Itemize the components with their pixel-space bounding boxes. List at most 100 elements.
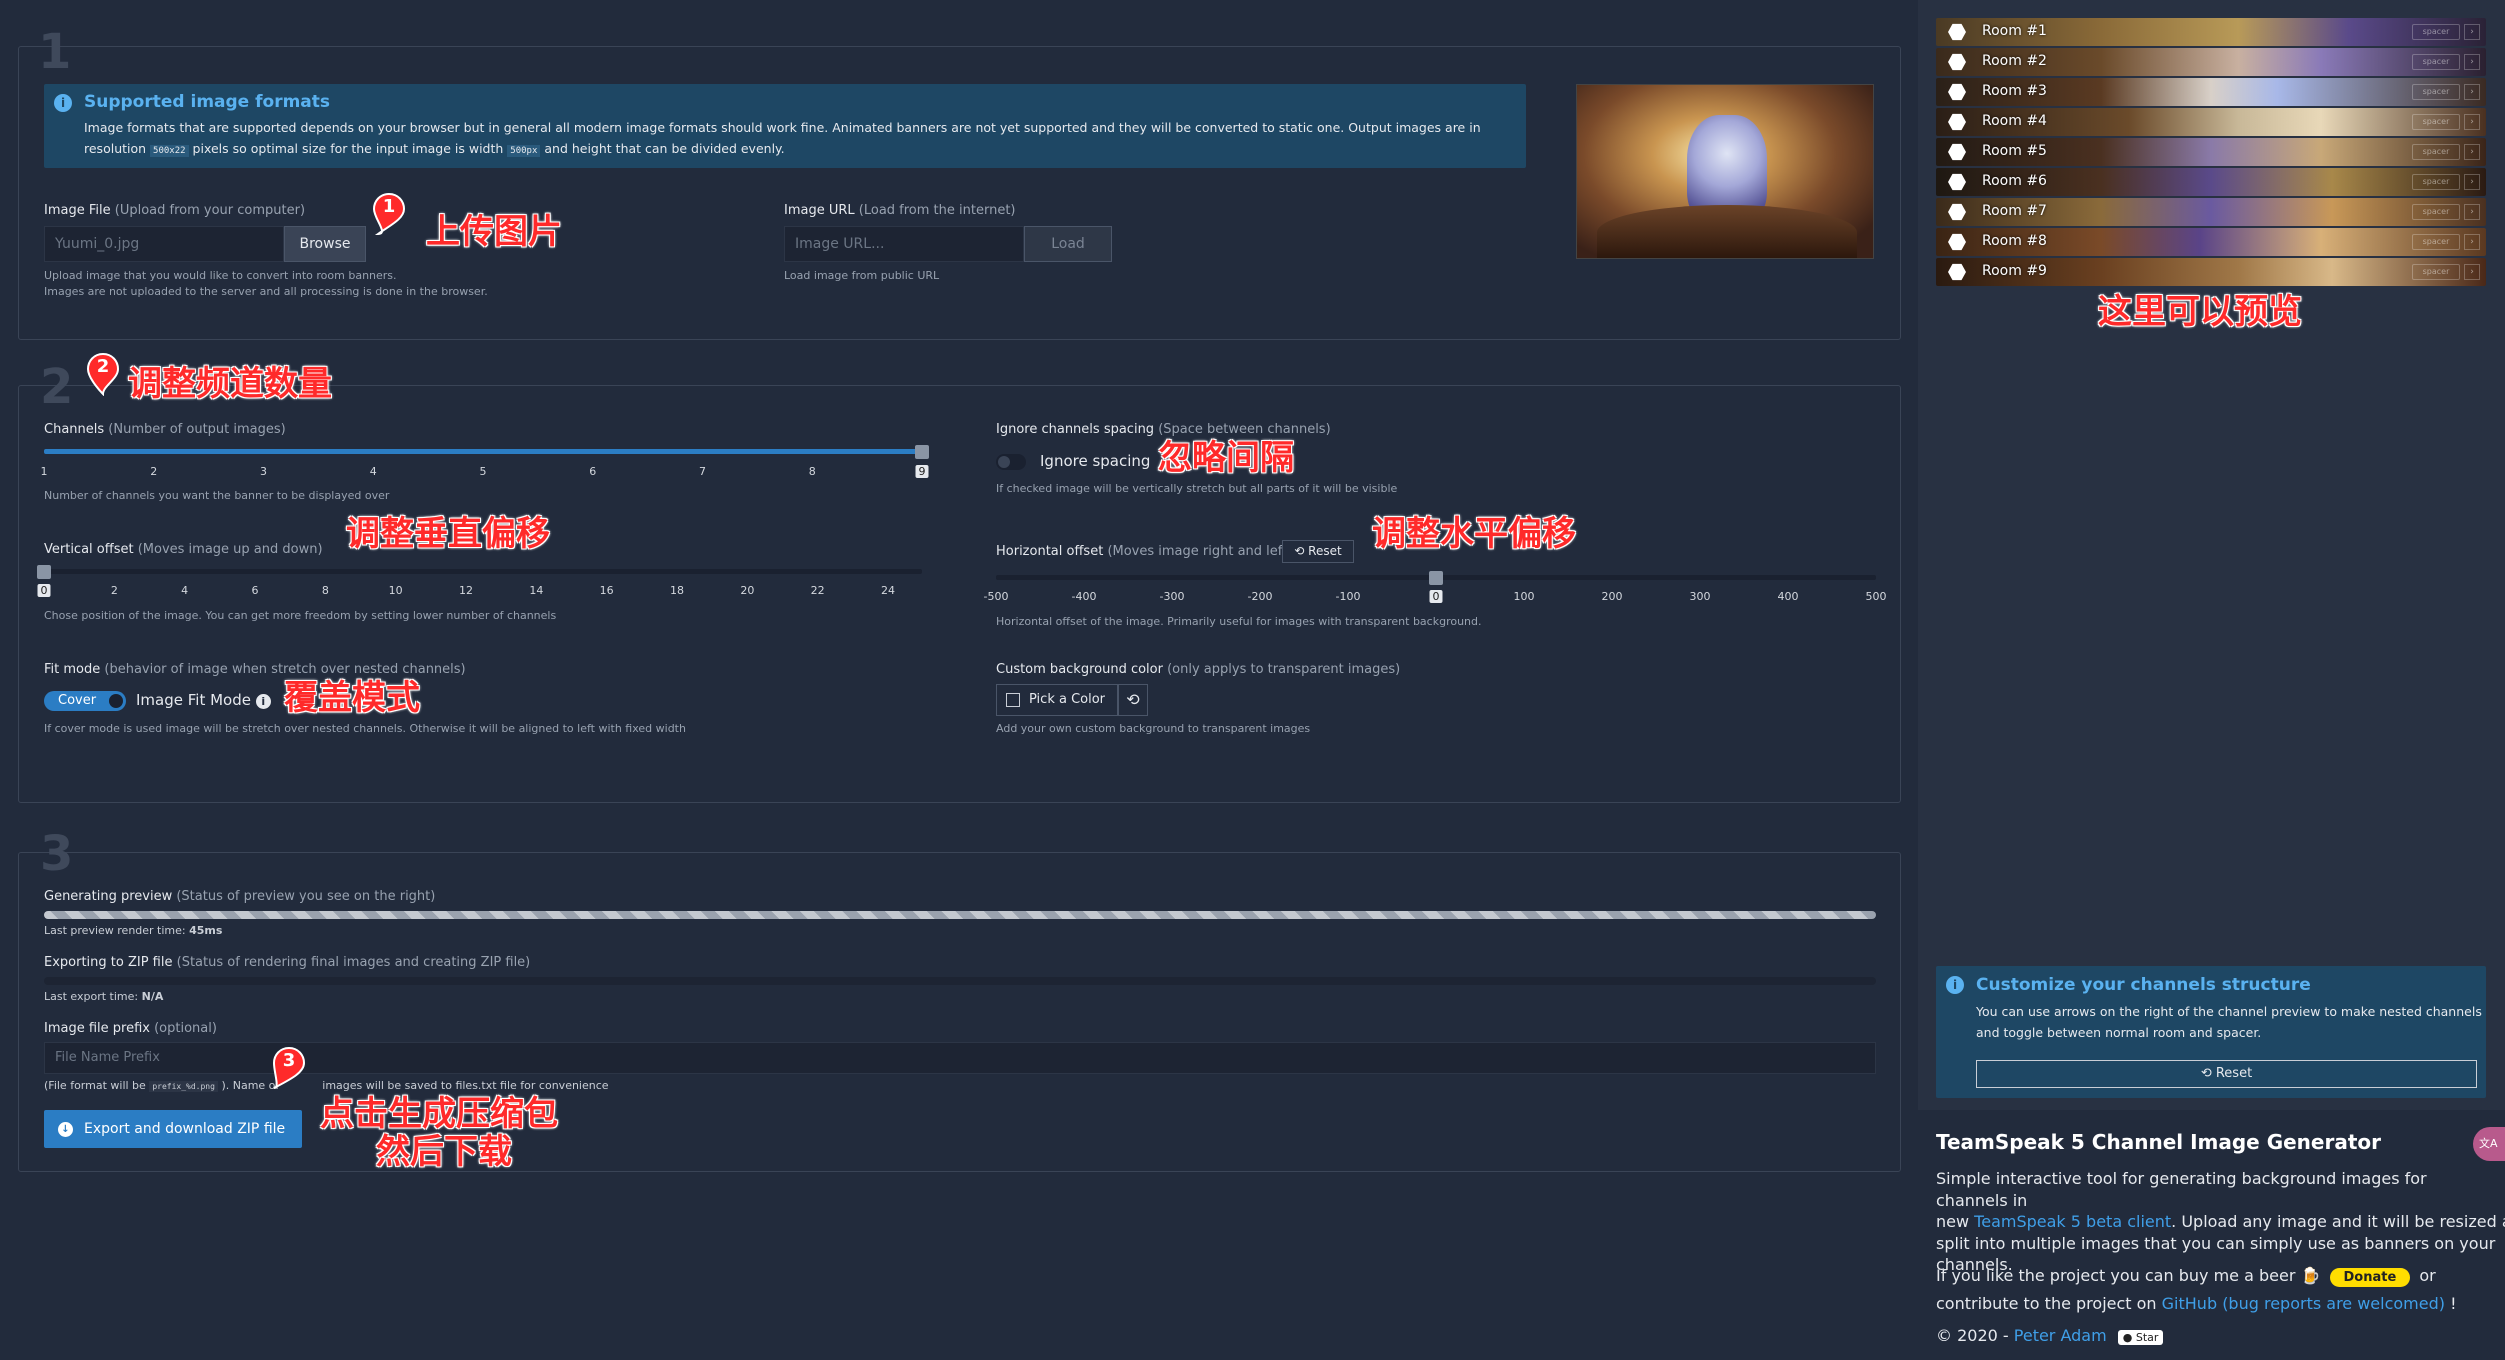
horizontal-offset-tick: -500 xyxy=(983,590,1009,603)
export-progress-bar xyxy=(44,977,1876,985)
room-preview-item[interactable]: Room #7 spacer › xyxy=(1936,198,2486,226)
horizontal-offset-tick: 300 xyxy=(1689,590,1711,603)
copyright-line: © 2020 - Peter Adam ● Star xyxy=(1936,1326,2164,1345)
reset-label: Reset xyxy=(2215,1066,2253,1081)
github-star-button[interactable]: ● Star xyxy=(2117,1330,2164,1345)
marker-number: 2 xyxy=(96,356,110,377)
author-link[interactable]: Peter Adam xyxy=(2014,1326,2107,1345)
image-file-input[interactable]: Yuumi_0.jpg xyxy=(44,226,284,262)
label-text: Exporting to ZIP file xyxy=(44,955,173,970)
desc-line: Simple interactive tool for generating b… xyxy=(1936,1169,2427,1210)
spacer-toggle-button[interactable]: spacer xyxy=(2412,174,2460,190)
vertical-offset-tick: 18 xyxy=(670,584,684,597)
room-preview-item[interactable]: Room #8 spacer › xyxy=(1936,228,2486,256)
annotation-channels: 调整频道数量 xyxy=(128,364,332,404)
label-sub: (Moves image right and left) xyxy=(1107,544,1293,559)
teamspeak-link[interactable]: TeamSpeak 5 beta client xyxy=(1974,1212,2171,1231)
contribute-line: contribute to the project on GitHub (bug… xyxy=(1936,1294,2457,1313)
nest-arrow-icon[interactable]: › xyxy=(2464,264,2480,280)
contribute-text: contribute to the project on xyxy=(1936,1294,2157,1313)
channels-tick: 9 xyxy=(915,465,929,478)
image-url-help: Load image from public URL xyxy=(784,269,940,282)
section-number-3: 3 xyxy=(40,826,74,882)
browse-button[interactable]: Browse xyxy=(284,226,366,262)
nest-arrow-icon[interactable]: › xyxy=(2464,84,2480,100)
ignore-spacing-toggle[interactable] xyxy=(996,454,1026,470)
channels-slider-handle[interactable] xyxy=(915,445,929,459)
spacer-toggle-button[interactable]: spacer xyxy=(2412,144,2460,160)
file-prefix-input[interactable]: File Name Prefix xyxy=(44,1042,1876,1074)
room-preview-item[interactable]: Room #9 spacer › xyxy=(1936,258,2486,286)
channels-tick: 7 xyxy=(699,465,706,478)
vertical-offset-tick: 6 xyxy=(251,584,259,597)
vertical-offset-tick: 14 xyxy=(529,584,544,597)
spacer-toggle-button[interactable]: spacer xyxy=(2412,204,2460,220)
spacer-toggle-button[interactable]: spacer xyxy=(2412,264,2460,280)
vertical-offset-tick: 22 xyxy=(810,584,825,597)
bg-color-reset-button[interactable]: ⟲ xyxy=(1118,684,1148,716)
info-icon: i xyxy=(1946,976,1964,994)
nest-arrow-icon[interactable]: › xyxy=(2464,174,2480,190)
room-preview-item[interactable]: Room #2 spacer › xyxy=(1936,48,2486,76)
horizontal-offset-slider-handle[interactable] xyxy=(1429,571,1443,585)
horizontal-offset-tick: 100 xyxy=(1513,590,1535,603)
spacer-toggle-button[interactable]: spacer xyxy=(2412,54,2460,70)
room-preview-item[interactable]: Room #1 spacer › xyxy=(1936,18,2486,46)
export-zip-button[interactable]: ↓ Export and download ZIP file xyxy=(44,1110,302,1148)
fit-mode-help: If cover mode is used image will be stre… xyxy=(44,722,686,735)
vertical-offset-slider-track[interactable] xyxy=(44,569,922,574)
label-text: Custom background color xyxy=(996,662,1163,677)
room-preview-item[interactable]: Room #5 spacer › xyxy=(1936,138,2486,166)
horizontal-offset-help: Horizontal offset of the image. Primaril… xyxy=(996,615,1482,628)
label-sub: (Upload from your computer) xyxy=(114,203,306,218)
info-circle-icon[interactable]: i xyxy=(255,694,271,709)
channels-help: Number of channels you want the banner t… xyxy=(44,489,390,502)
horizontal-offset-reset-button[interactable]: ⟲ Reset xyxy=(1282,540,1354,563)
spacer-toggle-button[interactable]: spacer xyxy=(2412,234,2460,250)
spacer-toggle-button[interactable]: spacer xyxy=(2412,114,2460,130)
load-button[interactable]: Load xyxy=(1024,226,1112,262)
prefix-help: (File format will be prefix_%d.png ). Na… xyxy=(44,1078,609,1095)
vertical-offset-tick: 0 xyxy=(37,584,51,597)
horizontal-offset-tick: 500 xyxy=(1865,590,1887,603)
beer-line: If you like the project you can buy me a… xyxy=(1936,1266,2436,1287)
horizontal-offset-tick: 200 xyxy=(1601,590,1623,603)
customize-reset-button[interactable]: ⟲ Reset xyxy=(1976,1060,2477,1088)
nest-arrow-icon[interactable]: › xyxy=(2464,24,2480,40)
label-sub: (optional) xyxy=(154,1021,217,1036)
github-icon: ● xyxy=(2122,1331,2133,1344)
export-time-label: Last export time: xyxy=(44,990,139,1003)
label-sub: (behavior of image when stretch over nes… xyxy=(104,662,466,677)
room-preview-item[interactable]: Room #4 spacer › xyxy=(1936,108,2486,136)
nest-arrow-icon[interactable]: › xyxy=(2464,204,2480,220)
image-url-input[interactable]: Image URL... xyxy=(784,226,1024,262)
spacer-toggle-button[interactable]: spacer xyxy=(2412,24,2460,40)
nest-arrow-icon[interactable]: › xyxy=(2464,234,2480,250)
toggle-knob xyxy=(109,694,123,708)
translate-button[interactable]: 文A xyxy=(2473,1127,2505,1161)
channels-slider-track[interactable] xyxy=(44,449,922,454)
nest-arrow-icon[interactable]: › xyxy=(2464,54,2480,70)
fit-mode-text: Image Fit Mode i xyxy=(136,691,271,709)
fit-mode-toggle[interactable]: Cover xyxy=(44,691,126,711)
label-text: Fit mode xyxy=(44,662,101,677)
pick-color-button[interactable]: Pick a Color xyxy=(996,684,1118,716)
reset-icon: ⟲ xyxy=(2200,1066,2212,1081)
ignore-spacing-toggle-label: Ignore spacing xyxy=(1040,452,1151,470)
nest-arrow-icon[interactable]: › xyxy=(2464,114,2480,130)
image-url-label: Image URL (Load from the internet) xyxy=(784,203,1016,218)
channels-tick: 2 xyxy=(150,465,158,478)
donate-button[interactable]: Donate xyxy=(2329,1268,2411,1287)
customize-text-2: and toggle between normal room and space… xyxy=(1976,1025,2262,1040)
contribute-end: ! xyxy=(2450,1294,2457,1313)
image-file-help-2: Images are not uploaded to the server an… xyxy=(44,285,488,298)
vertical-offset-slider-handle[interactable] xyxy=(37,565,51,579)
beer-text: If you like the project you can buy me a… xyxy=(1936,1266,2296,1285)
room-preview-item[interactable]: Room #6 spacer › xyxy=(1936,168,2486,196)
export-time-value: N/A xyxy=(141,990,164,1003)
label-text: Ignore channels spacing xyxy=(996,422,1155,437)
room-preview-item[interactable]: Room #3 spacer › xyxy=(1936,78,2486,106)
spacer-toggle-button[interactable]: spacer xyxy=(2412,84,2460,100)
github-link[interactable]: GitHub (bug reports are welcomed) xyxy=(2162,1294,2445,1313)
nest-arrow-icon[interactable]: › xyxy=(2464,144,2480,160)
